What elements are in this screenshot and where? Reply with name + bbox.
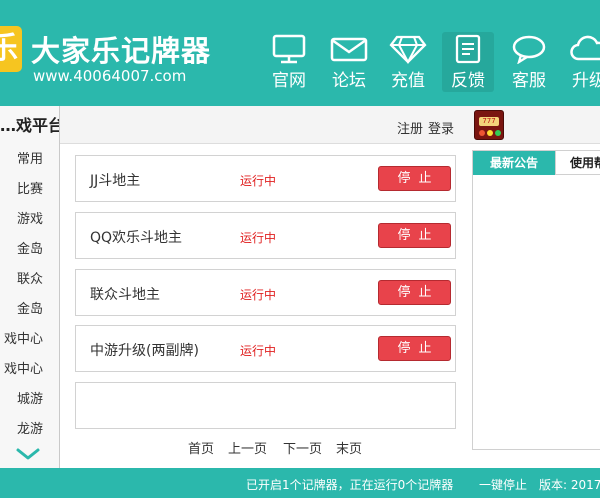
game-status: 运行中 (240, 288, 277, 302)
sidebar-item[interactable]: 联众 (17, 268, 43, 287)
nav-forum[interactable]: 论坛 (323, 32, 375, 92)
sidebar-scroll-down[interactable] (0, 438, 59, 468)
game-row: JJ斗地主 运行中 停止 (75, 155, 456, 202)
logo-icon: 乐 (0, 26, 22, 72)
pager-prev[interactable]: 上一页 (228, 438, 267, 457)
stop-all-button[interactable]: 一键停止 (479, 476, 527, 493)
sidebar-item[interactable]: 常用 (17, 148, 43, 167)
chat-bubble-icon (512, 35, 546, 64)
game-name: 中游升级(两副牌) (90, 343, 199, 359)
login-link[interactable]: 登录 (428, 118, 454, 137)
sidebar-title: …戏平台 (0, 116, 60, 135)
app-name: 大家乐记牌器 (31, 34, 212, 68)
nav-label: 升级 (572, 71, 600, 91)
nav-label: 官网 (272, 71, 306, 91)
register-link[interactable]: 注册 (397, 118, 423, 137)
game-name: JJ斗地主 (90, 173, 141, 189)
notice-panel: 最新公告 使用帮助 (472, 150, 600, 450)
slot-light (487, 130, 493, 136)
pager-next[interactable]: 下一页 (283, 438, 322, 457)
stop-button[interactable]: 停止 (378, 336, 451, 361)
pager-first[interactable]: 首页 (188, 438, 214, 457)
nav-label: 反馈 (451, 71, 485, 91)
pager-last[interactable]: 末页 (336, 438, 362, 457)
stop-button[interactable]: 停止 (378, 166, 451, 191)
nav-recharge[interactable]: 充值 (382, 32, 434, 92)
cloud-icon (570, 35, 600, 61)
sidebar-item[interactable]: 比赛 (17, 178, 43, 197)
sidebar-item[interactable]: 金岛 (17, 238, 43, 257)
sidebar-item[interactable]: 游戏 (17, 208, 43, 227)
monitor-icon (272, 34, 306, 64)
app-url[interactable]: www.40064007.com (33, 67, 186, 85)
slot-label: 777 (479, 117, 499, 126)
sidebar-item[interactable]: 龙游 (17, 418, 43, 437)
game-status: 运行中 (240, 174, 277, 188)
sidebar-item[interactable]: 戏中心 (4, 328, 43, 347)
slot-light (495, 130, 501, 136)
sidebar-item[interactable]: 城游 (17, 388, 43, 407)
version-label: 版本: 2017 (539, 478, 600, 492)
nav-feedback[interactable]: 反馈 (442, 32, 494, 92)
game-status: 运行中 (240, 344, 277, 358)
sidebar-item[interactable]: 金岛 (17, 298, 43, 317)
status-bar: 已开启1个记牌器，正在运行0个记牌器 一键停止 版本: 2017 (0, 468, 600, 498)
status-text: 已开启1个记牌器，正在运行0个记牌器 (246, 478, 454, 492)
slot-machine-icon[interactable]: 777 (474, 110, 504, 140)
game-name: QQ欢乐斗地主 (90, 230, 183, 246)
stop-button[interactable]: 停止 (378, 280, 451, 305)
nav-upgrade[interactable]: 升级 (563, 32, 600, 92)
nav-label: 客服 (512, 71, 546, 91)
nav-label: 充值 (391, 71, 425, 91)
sidebar-item[interactable]: 戏中心 (4, 358, 43, 377)
tab-latest-notice[interactable]: 最新公告 (473, 151, 555, 175)
slot-light (479, 130, 485, 136)
game-status: 运行中 (240, 231, 277, 245)
game-row: QQ欢乐斗地主 运行中 停止 (75, 212, 456, 259)
document-icon (455, 34, 481, 64)
top-bar: 注册 登录 777 (60, 106, 600, 144)
app-header: 乐 大家乐记牌器 www.40064007.com 官网 论坛 充值 反馈 客服… (0, 0, 600, 106)
platform-sidebar: …戏平台 常用 比赛 游戏 金岛 联众 金岛 戏中心 戏中心 城游 龙游 (0, 106, 60, 468)
nav-label: 论坛 (332, 71, 366, 91)
game-row: 中游升级(两副牌) 运行中 停止 (75, 325, 456, 372)
nav-official-site[interactable]: 官网 (263, 32, 315, 92)
tab-usage-help[interactable]: 使用帮助 (555, 151, 600, 175)
diamond-icon (389, 35, 427, 64)
empty-game-slot (75, 382, 456, 429)
chevron-down-icon (16, 448, 40, 460)
stop-button[interactable]: 停止 (378, 223, 451, 248)
game-name: 联众斗地主 (90, 287, 160, 303)
game-row: 联众斗地主 运行中 停止 (75, 269, 456, 316)
nav-customer-service[interactable]: 客服 (503, 32, 555, 92)
envelope-icon (330, 37, 368, 62)
